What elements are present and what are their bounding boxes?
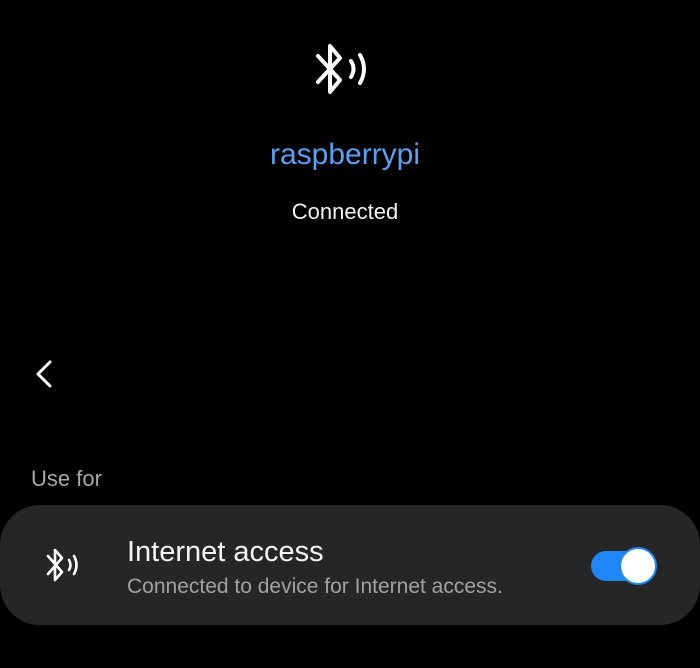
internet-access-row[interactable]: Internet access Connected to device for … [0, 505, 700, 625]
toggle-thumb [619, 547, 657, 585]
connection-status: Connected [291, 199, 399, 224]
internet-access-title: Internet access [127, 536, 324, 568]
internet-access-toggle[interactable] [591, 547, 657, 585]
device-name: raspberrypi [269, 138, 421, 171]
bluetooth-audio-icon [46, 548, 78, 582]
internet-access-description: Connected to device for Internet access. [127, 575, 503, 598]
use-for-section-label: Use for [31, 466, 102, 491]
back-button[interactable] [22, 348, 66, 400]
chevron-left-icon [36, 360, 52, 388]
bluetooth-audio-icon [316, 44, 366, 94]
